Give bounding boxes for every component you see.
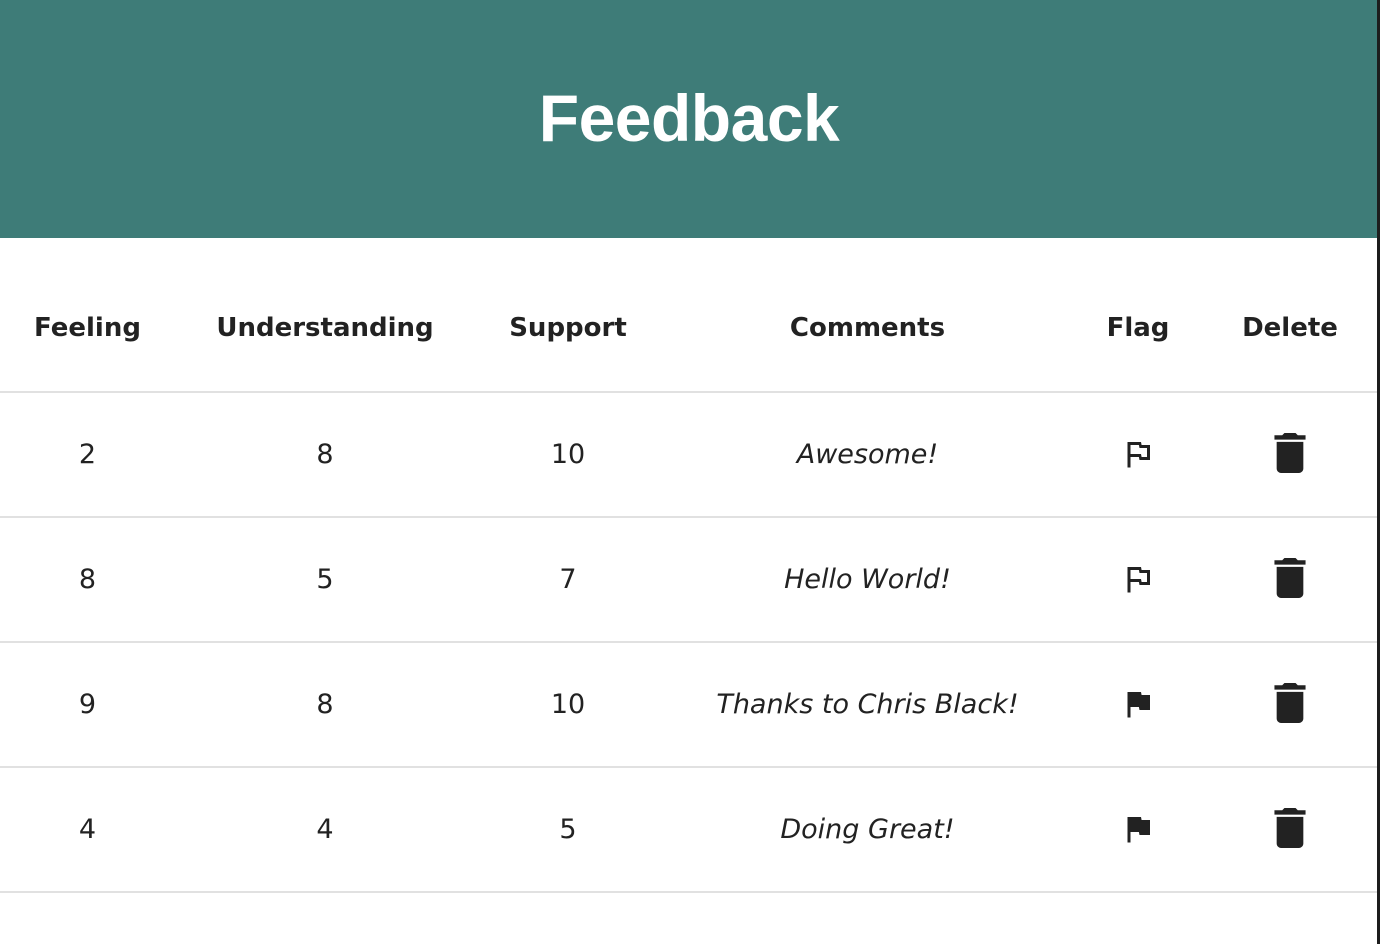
table-header-row: Feeling Understanding Support Comments F… [0,265,1378,393]
trash-icon[interactable] [1266,679,1314,727]
flag-cell [1074,642,1202,768]
flag-filled-icon[interactable] [1114,805,1162,853]
flag-outline-icon[interactable] [1114,555,1162,603]
table-row: 2 8 10 Awesome! [0,392,1378,518]
understanding-cell: 8 [175,642,475,768]
feeling-cell: 2 [0,392,175,518]
comment-cell: Thanks to Chris Black! [661,642,1074,768]
table-row: 9 8 10 Thanks to Chris Black! [0,642,1378,768]
table-row: 8 5 7 Hello World! [0,517,1378,643]
feeling-cell: 4 [0,767,175,893]
delete-cell [1202,642,1378,768]
column-header-feeling: Feeling [0,265,175,393]
support-cell: 5 [475,767,661,893]
feedback-table: Feeling Understanding Support Comments F… [0,265,1378,893]
feeling-cell: 8 [0,517,175,643]
column-header-flag: Flag [1074,265,1202,393]
page-header: Feedback [0,0,1378,238]
comment-cell: Hello World! [661,517,1074,643]
trash-icon[interactable] [1266,429,1314,477]
support-cell: 7 [475,517,661,643]
trash-icon[interactable] [1266,554,1314,602]
flag-cell [1074,392,1202,518]
understanding-cell: 4 [175,767,475,893]
comment-cell: Awesome! [661,392,1074,518]
flag-filled-icon[interactable] [1114,680,1162,728]
flag-cell [1074,767,1202,893]
feedback-page: Feedback Feeling Understanding Support C… [0,0,1380,944]
page-title: Feedback [538,81,840,155]
table-body: 2 8 10 Awesome! 8 5 7 Hello World! 9 8 10 Thanks to… [0,392,1378,893]
column-header-comments: Comments [661,265,1074,393]
column-header-support: Support [475,265,661,393]
comment-cell: Doing Great! [661,767,1074,893]
column-header-delete: Delete [1202,265,1378,393]
table-header: Feeling Understanding Support Comments F… [0,265,1378,393]
understanding-cell: 8 [175,392,475,518]
delete-cell [1202,517,1378,643]
support-cell: 10 [475,392,661,518]
table-row: 4 4 5 Doing Great! [0,767,1378,893]
delete-cell [1202,392,1378,518]
column-header-understanding: Understanding [175,265,475,393]
flag-outline-icon[interactable] [1114,430,1162,478]
feeling-cell: 9 [0,642,175,768]
delete-cell [1202,767,1378,893]
flag-cell [1074,517,1202,643]
support-cell: 10 [475,642,661,768]
trash-icon[interactable] [1266,804,1314,852]
understanding-cell: 5 [175,517,475,643]
